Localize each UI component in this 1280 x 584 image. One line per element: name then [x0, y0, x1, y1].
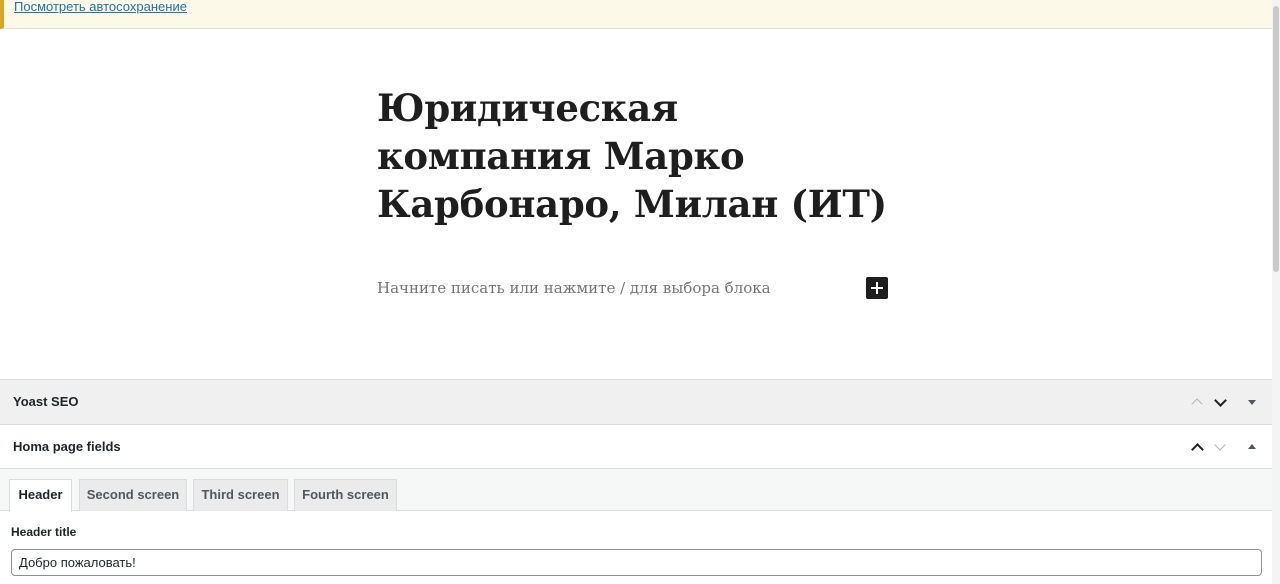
move-down-button[interactable]	[1211, 393, 1229, 411]
caret-down-icon	[1248, 400, 1256, 405]
scrollbar-thumb[interactable]	[1273, 6, 1279, 272]
move-down-button[interactable]	[1211, 438, 1229, 456]
block-appender-placeholder[interactable]: Начните писать или нажмите / для выбора …	[377, 279, 771, 297]
tab-third-screen[interactable]: Third screen	[193, 479, 288, 511]
field-tabs: Header Second screen Third screen Fourth…	[0, 469, 1272, 512]
tab-fourth-screen[interactable]: Fourth screen	[294, 479, 397, 511]
tab-header[interactable]: Header	[9, 479, 72, 512]
homa-page-fields-metabox: Homa page fields	[0, 424, 1272, 469]
chevron-down-icon	[1214, 439, 1226, 451]
yoast-seo-metabox: Yoast SEO	[0, 379, 1272, 424]
toggle-panel-button[interactable]	[1243, 438, 1261, 456]
tab-second-screen[interactable]: Second screen	[79, 479, 187, 511]
view-autosave-link[interactable]: Посмотреть автосохранение	[14, 0, 187, 14]
move-up-button[interactable]	[1188, 393, 1206, 411]
header-title-input[interactable]	[11, 549, 1262, 576]
chevron-down-icon	[1214, 394, 1227, 407]
metabox-title-homa[interactable]: Homa page fields	[13, 439, 121, 454]
toggle-panel-button[interactable]	[1243, 393, 1261, 411]
post-title[interactable]: Юридическая компания Марко Карбонаро, Ми…	[377, 84, 897, 228]
move-up-button[interactable]	[1188, 438, 1206, 456]
header-title-label: Header title	[11, 525, 77, 539]
chevron-up-icon	[1191, 398, 1203, 410]
chevron-up-icon	[1191, 443, 1204, 456]
add-block-button[interactable]	[866, 277, 888, 299]
autosave-notice: Посмотреть автосохранение	[0, 0, 1272, 29]
page-scrollbar[interactable]	[1272, 0, 1280, 584]
metabox-title-yoast[interactable]: Yoast SEO	[13, 394, 79, 409]
caret-up-icon	[1248, 444, 1256, 449]
